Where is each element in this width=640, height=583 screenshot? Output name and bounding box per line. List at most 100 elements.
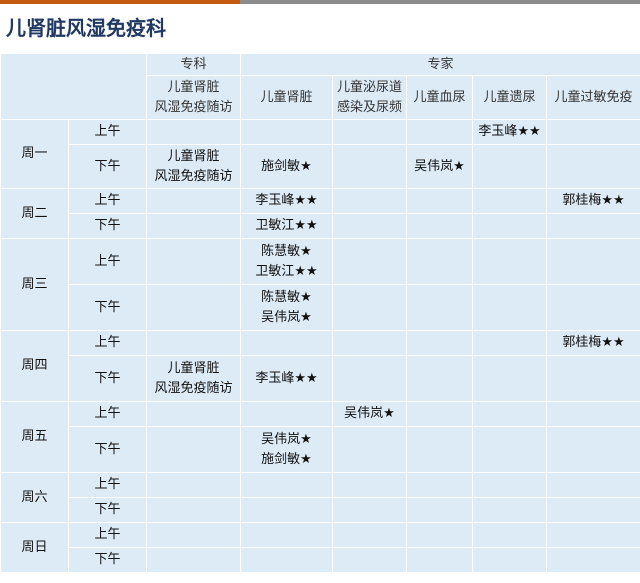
header-col-specialty: 儿童肾脏 风湿免疫随访 [146, 75, 241, 120]
cell-enuresis [472, 547, 547, 573]
cell-allergy [545, 213, 640, 239]
cell-uti [332, 238, 407, 285]
cell-hematuria [406, 497, 473, 523]
period-label: 上午 [68, 238, 147, 285]
schedule-row: 下午 儿童肾脏 风湿免疫随访 施剑敏★ 吴伟岚★ [1, 144, 640, 189]
cell-hematuria [406, 355, 473, 402]
cell-kidney [240, 472, 333, 498]
cell-enuresis [472, 284, 547, 331]
cell-hematuria [406, 426, 473, 473]
cell-uti: 吴伟岚★ [332, 401, 407, 427]
header-group-expert: 专家 [239, 53, 640, 76]
cell-hematuria [406, 188, 473, 214]
cell-enuresis [472, 472, 547, 498]
cell-hematuria [406, 330, 473, 356]
page-title: 儿肾脏风湿免疫科 [0, 4, 640, 53]
cell-allergy: 郭桂梅★★ [545, 330, 640, 356]
cell-enuresis [472, 497, 547, 523]
schedule-row: 周二 上午 李玉峰★★ 郭桂梅★★ [0, 188, 640, 239]
schedule-row: 周五 上午 吴伟岚★ [0, 401, 640, 473]
cell-uti [332, 355, 407, 402]
day-label: 周二 [0, 188, 69, 239]
cell-hematuria [406, 522, 473, 548]
cell-uti [332, 426, 407, 473]
cell-allergy [545, 238, 640, 285]
cell-uti [332, 547, 407, 573]
period-label: 上午 [68, 119, 147, 145]
cell-uti [332, 522, 407, 548]
cell-allergy [545, 144, 640, 189]
day-label: 周一 [0, 119, 69, 189]
cell-uti [332, 497, 407, 523]
cell-hematuria [406, 213, 473, 239]
cell-kidney: 吴伟岚★ 施剑敏★ [240, 426, 333, 473]
cell-enuresis [472, 188, 547, 214]
day-label: 周日 [0, 522, 69, 573]
cell-uti [332, 144, 407, 189]
period-label: 上午 [68, 401, 147, 427]
schedule-row: 周一 上午 李玉峰★★ [0, 119, 640, 189]
day-label: 周五 [0, 401, 69, 473]
day-label: 周六 [0, 472, 69, 523]
cell-uti [332, 213, 407, 239]
cell-allergy [545, 119, 640, 145]
header-col-allergy: 儿童过敏免疫 [545, 75, 640, 120]
cell-specialty [146, 426, 241, 473]
cell-uti [332, 284, 407, 331]
cell-uti [332, 188, 407, 214]
schedule-row: 周三 上午 陈慧敏★ 卫敏江★★ [0, 238, 640, 331]
period-label: 上午 [68, 188, 147, 214]
cell-specialty: 儿童肾脏 风湿免疫随访 [146, 355, 241, 402]
cell-enuresis [472, 330, 547, 356]
cell-enuresis [472, 213, 547, 239]
cell-allergy: 郭桂梅★★ [545, 188, 640, 214]
cell-kidney: 李玉峰★★ [240, 355, 333, 402]
top-bar [0, 0, 640, 4]
cell-specialty [146, 497, 241, 523]
cell-specialty [146, 472, 241, 498]
cell-allergy [545, 426, 640, 473]
schedule-row: 周日 上午 [0, 522, 640, 573]
cell-allergy [545, 522, 640, 548]
top-bar-accent [0, 0, 240, 4]
cell-allergy [545, 355, 640, 402]
cell-specialty [146, 188, 241, 214]
schedule-row: 下午 [1, 497, 640, 523]
day-label: 周四 [0, 330, 69, 402]
header-col-hematuria: 儿童血尿 [406, 75, 473, 120]
header-col-uti: 儿童泌尿道 感染及尿频 [332, 75, 407, 120]
period-label: 上午 [68, 522, 147, 548]
cell-kidney: 施剑敏★ [240, 144, 333, 189]
period-label: 下午 [68, 144, 147, 189]
header-col-kidney: 儿童肾脏 [240, 75, 333, 120]
period-label: 下午 [68, 355, 147, 402]
cell-kidney: 李玉峰★★ [240, 188, 333, 214]
cell-kidney [240, 497, 333, 523]
cell-specialty [146, 401, 241, 427]
period-label: 下午 [68, 284, 147, 331]
cell-allergy [545, 497, 640, 523]
cell-specialty [146, 119, 241, 145]
schedule-row: 下午 陈慧敏★ 吴伟岚★ [1, 284, 640, 331]
cell-uti [332, 330, 407, 356]
cell-specialty [146, 284, 241, 331]
cell-specialty [146, 213, 241, 239]
schedule-row: 周六 上午 [0, 472, 640, 523]
cell-kidney: 陈慧敏★ 卫敏江★★ [240, 238, 333, 285]
cell-hematuria [406, 401, 473, 427]
cell-allergy [545, 547, 640, 573]
header-corner-cell [0, 53, 147, 120]
schedule-row: 周四 上午 郭桂梅★★ [0, 330, 640, 402]
schedule-table: 专科 专家 儿童肾脏 风湿免疫随访 儿童肾脏 儿童泌尿道 感染及尿频 儿童血尿 儿童… [0, 53, 640, 573]
cell-kidney: 陈慧敏★ 吴伟岚★ [240, 284, 333, 331]
schedule-row: 下午 卫敏江★★ [1, 213, 640, 239]
cell-allergy [545, 284, 640, 331]
period-label: 下午 [68, 497, 147, 523]
cell-hematuria [406, 547, 473, 573]
period-label: 下午 [68, 547, 147, 573]
cell-enuresis: 李玉峰★★ [472, 119, 547, 145]
cell-kidney [240, 330, 333, 356]
cell-enuresis [472, 238, 547, 285]
cell-specialty [146, 547, 241, 573]
cell-kidney: 卫敏江★★ [240, 213, 333, 239]
